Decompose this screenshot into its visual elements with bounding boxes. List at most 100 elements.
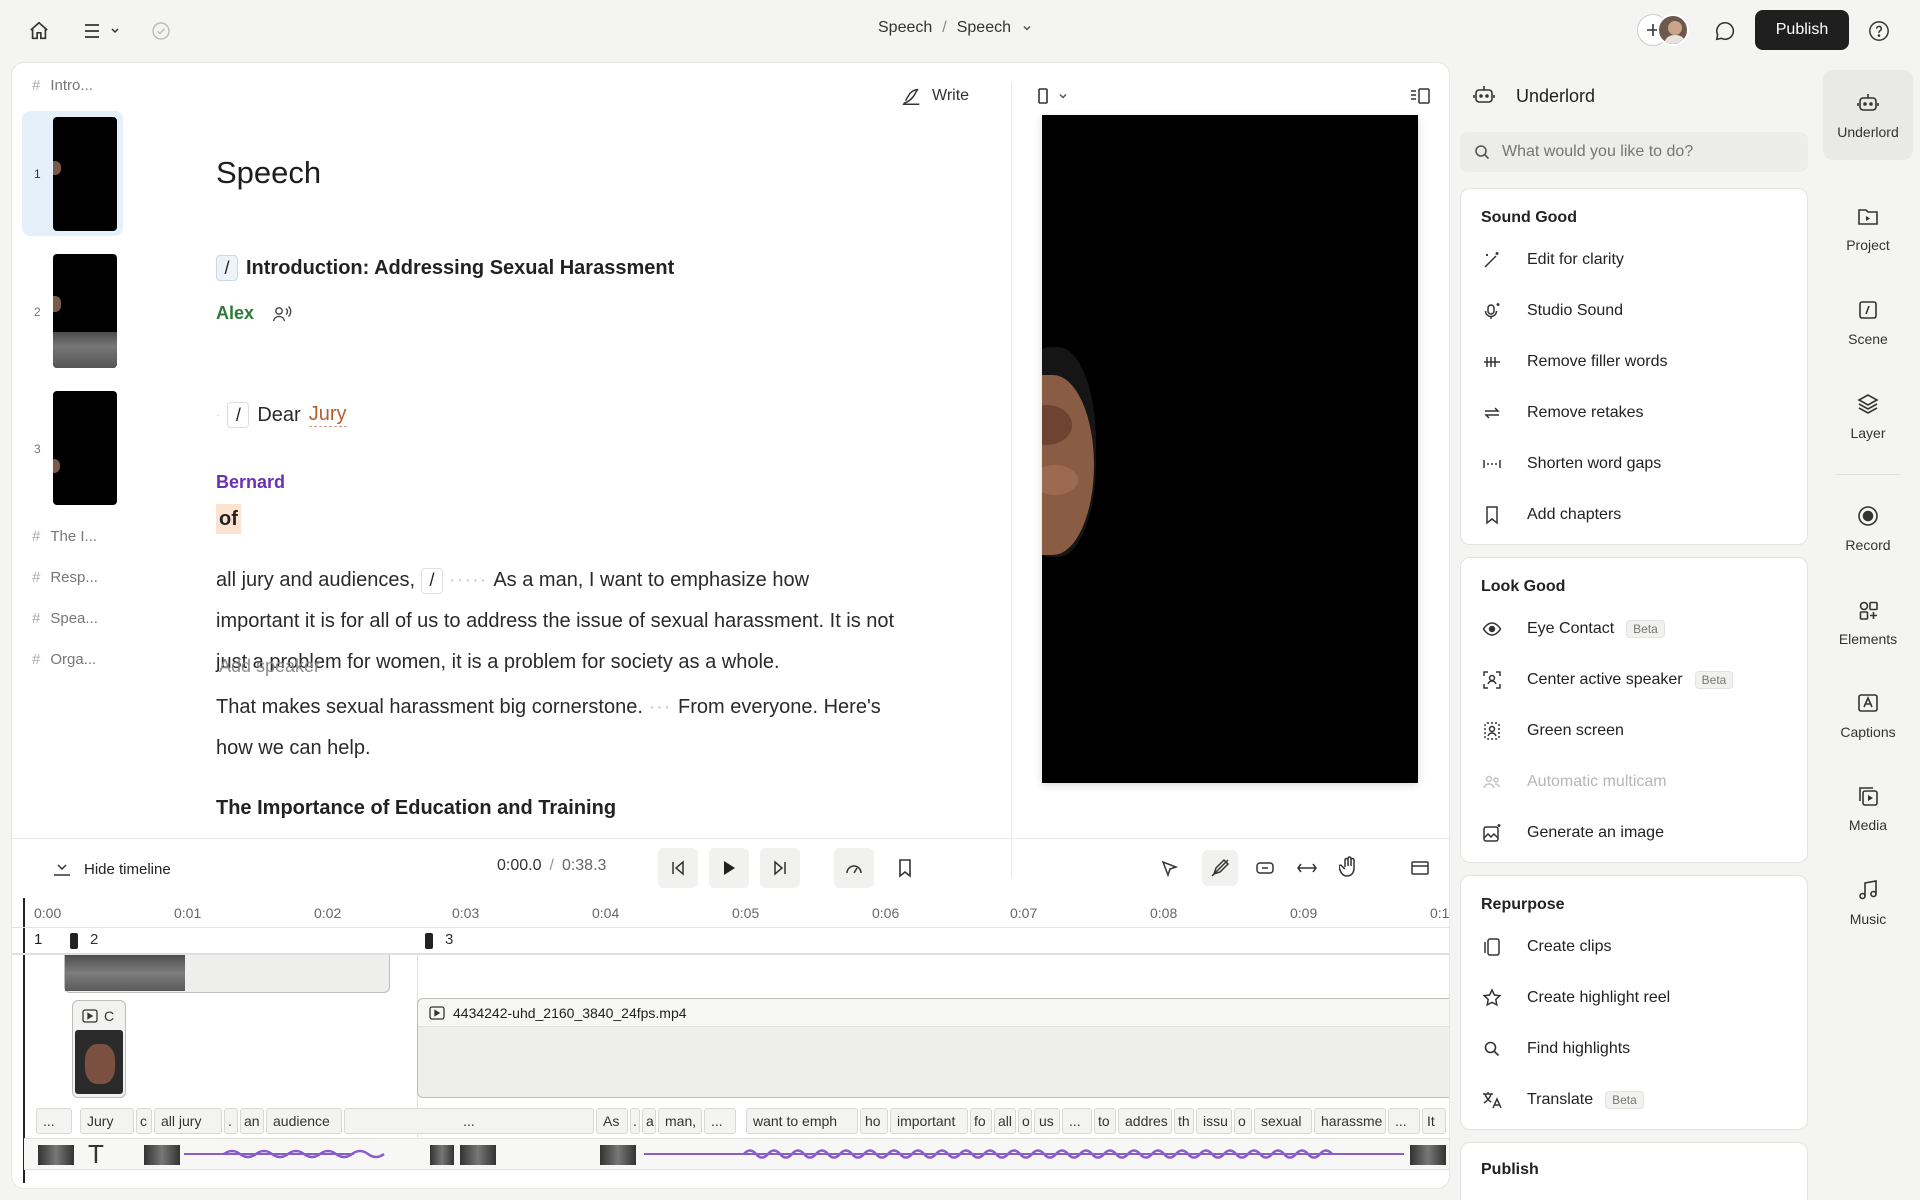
section-heading[interactable]: / Introduction: Addressing Sexual Harass… (216, 255, 674, 281)
word-chip[interactable]: ... (344, 1108, 594, 1134)
rail-item-elements[interactable]: Elements (1823, 577, 1913, 667)
rail-item-project[interactable]: Project (1823, 183, 1913, 273)
publish-button[interactable]: Publish (1755, 10, 1849, 50)
word-chip[interactable]: an (240, 1108, 264, 1134)
layout-toggle-icon[interactable] (1407, 83, 1433, 109)
word-chip[interactable]: ... (36, 1108, 72, 1134)
video-clip-main[interactable]: 4434242-uhd_2160_3840_24fps.mp4 (417, 998, 1449, 1098)
home-icon[interactable] (26, 18, 52, 44)
select-tool-icon[interactable] (1156, 855, 1182, 881)
rail-item-music[interactable]: Music (1823, 857, 1913, 947)
center-active-speaker-button[interactable]: Center active speaker Beta (1481, 664, 1734, 696)
aspect-ratio-dropdown[interactable] (1037, 83, 1069, 109)
word-chip[interactable]: o (1234, 1108, 1252, 1134)
scene-marker-1[interactable]: 1 (34, 931, 42, 948)
add-speaker-button[interactable]: Add speaker (219, 656, 320, 677)
find-highlights-button[interactable]: Find highlights (1481, 1033, 1630, 1065)
rail-item-record[interactable]: Record (1823, 483, 1913, 573)
scene-break-chip[interactable]: / (227, 402, 250, 428)
shorten-word-gaps-button[interactable]: Shorten word gaps (1481, 448, 1661, 480)
play-button[interactable] (709, 848, 749, 888)
transcript-word[interactable]: Dear (257, 404, 300, 427)
rail-item-layer[interactable]: Layer (1823, 371, 1913, 461)
scene-break-chip[interactable]: / (421, 567, 444, 594)
hide-timeline-button[interactable]: Hide timeline (52, 856, 171, 882)
transcript-paragraph-1[interactable]: all jury and audiences, / ····· As a man… (216, 560, 956, 683)
word-chip[interactable]: Jury (80, 1108, 134, 1134)
audio-track[interactable]: T (24, 1138, 1449, 1170)
skip-forward-button[interactable] (760, 848, 800, 888)
ripple-tool-icon[interactable] (1252, 855, 1278, 881)
word-chip[interactable]: ... (704, 1108, 736, 1134)
word-chip[interactable]: important (890, 1108, 968, 1134)
speaker-voice-icon[interactable] (272, 305, 292, 323)
word-chip[interactable]: issu (1196, 1108, 1232, 1134)
word-chip[interactable]: o (1018, 1108, 1032, 1134)
breadcrumb-project[interactable]: Speech (878, 19, 932, 37)
playback-speed-button[interactable] (834, 848, 874, 888)
scene-marker-3[interactable]: 3 (445, 931, 453, 948)
scene-break-chip[interactable]: / (216, 255, 238, 281)
word-chip[interactable]: . (224, 1108, 238, 1134)
translate-button[interactable]: Translate Beta (1481, 1084, 1644, 1116)
scene-heading-4[interactable]: # Spea... (32, 610, 98, 627)
scene-heading-3[interactable]: # Resp... (32, 569, 98, 586)
word-chip[interactable]: us (1034, 1108, 1060, 1134)
breadcrumb-composition[interactable]: Speech (957, 19, 1011, 37)
word-chip[interactable]: ho (860, 1108, 888, 1134)
bookmark-icon[interactable] (892, 855, 918, 881)
word-chip[interactable]: all (994, 1108, 1016, 1134)
green-screen-button[interactable]: Green screen (1481, 715, 1624, 747)
edit-tool-button[interactable] (1202, 850, 1238, 886)
scene-thumbnail-3[interactable] (53, 391, 117, 505)
word-chip[interactable]: It (1422, 1108, 1446, 1134)
add-chapters-button[interactable]: Add chapters (1481, 499, 1621, 531)
speaker-label-bernard[interactable]: Bernard (216, 472, 285, 493)
scene-marker-2[interactable]: 2 (90, 931, 98, 948)
word-chip[interactable]: sexual (1254, 1108, 1312, 1134)
rail-item-media[interactable]: Media (1823, 763, 1913, 853)
video-clip-scene-2[interactable] (64, 955, 390, 993)
word-chip[interactable]: ... (1062, 1108, 1092, 1134)
write-mode-button[interactable]: Write (900, 81, 969, 111)
script-title[interactable]: Speech (216, 155, 321, 191)
word-chip[interactable]: addres (1118, 1108, 1172, 1134)
video-preview[interactable] (1042, 115, 1418, 783)
studio-sound-button[interactable]: Studio Sound (1481, 295, 1623, 327)
remove-retakes-button[interactable]: Remove retakes (1481, 397, 1644, 429)
eye-contact-button[interactable]: Eye Contact Beta (1481, 613, 1665, 645)
timeline-ruler[interactable]: 0:00 0:01 0:02 0:03 0:04 0:05 0:06 0:07 … (12, 901, 1449, 929)
word-chip[interactable]: audience (266, 1108, 342, 1134)
word-chip[interactable]: ... (1388, 1108, 1420, 1134)
menu-dropdown-button[interactable] (80, 18, 124, 44)
stretch-tool-icon[interactable] (1294, 855, 1320, 881)
timeline-view-icon[interactable] (1407, 855, 1433, 881)
word-chip[interactable]: harassme (1314, 1108, 1386, 1134)
help-icon[interactable] (1866, 18, 1892, 44)
word-chip[interactable]: man, (658, 1108, 702, 1134)
remove-filler-words-button[interactable]: Remove filler words (1481, 346, 1667, 378)
transcript-word-flagged[interactable]: Jury (308, 403, 347, 427)
create-clips-button[interactable]: Create clips (1481, 931, 1611, 963)
generate-image-button[interactable]: Generate an image (1481, 817, 1664, 849)
scene-thumbnail-2[interactable] (53, 254, 117, 368)
word-chip[interactable]: a (642, 1108, 656, 1134)
rail-item-captions[interactable]: Captions (1823, 670, 1913, 760)
word-chip[interactable]: th (1174, 1108, 1194, 1134)
comments-icon[interactable] (1712, 18, 1738, 44)
scene-heading-5[interactable]: # Orga... (32, 651, 96, 668)
search-input[interactable] (1502, 143, 1782, 161)
skip-back-button[interactable] (658, 848, 698, 888)
video-clip-small[interactable]: C (72, 1000, 126, 1098)
create-highlight-reel-button[interactable]: Create highlight reel (1481, 982, 1670, 1014)
speaker-label-alex[interactable]: Alex (216, 303, 254, 324)
rail-item-scene[interactable]: Scene (1823, 277, 1913, 367)
hand-tool-icon[interactable] (1336, 854, 1362, 880)
word-chip[interactable]: to (1094, 1108, 1116, 1134)
transcript-paragraph-2[interactable]: That makes sexual harassment big corners… (216, 687, 956, 769)
rail-item-underlord[interactable]: Underlord (1823, 70, 1913, 160)
chevron-down-icon[interactable] (1021, 22, 1033, 34)
scene-heading-intro[interactable]: # Intro... (32, 77, 93, 94)
word-chip[interactable]: all jury (154, 1108, 222, 1134)
invite-collaborators-button[interactable] (1637, 14, 1691, 46)
